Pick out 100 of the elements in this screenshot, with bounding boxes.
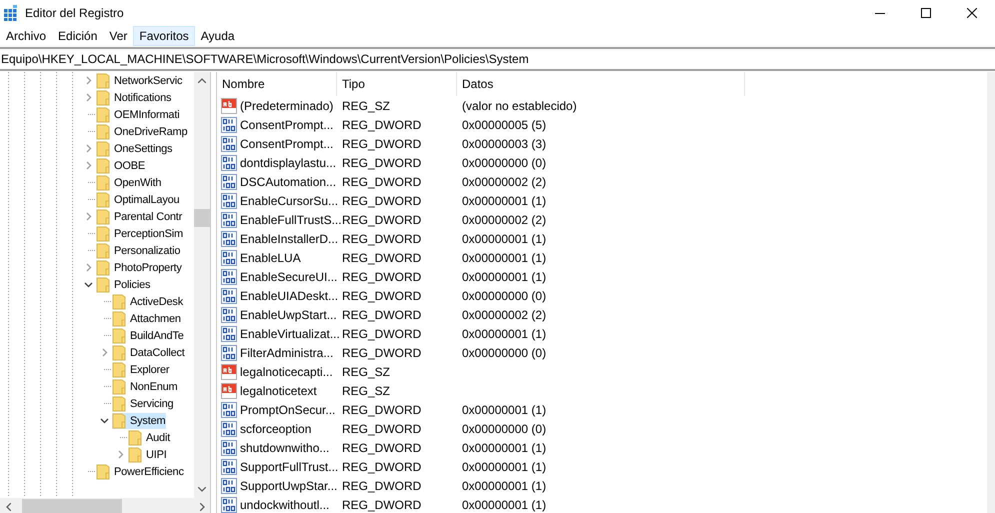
folder-icon [128,446,142,462]
tree-item[interactable]: PowerEfficienc [113,464,185,478]
tree-item[interactable]: UIPI [145,448,168,462]
string-value-icon [221,364,237,380]
folder-icon [112,396,126,412]
folder-icon [96,124,110,140]
tree-item[interactable]: ActiveDesk [129,294,184,308]
value-type: REG_DWORD [342,422,422,436]
tree-item[interactable]: OEMInformati [113,108,180,122]
value-name: DSCAutomation... [240,174,336,188]
chevron-down-icon[interactable] [100,416,108,425]
value-data: 0x00000001 (1) [462,232,546,246]
tree-item[interactable]: Explorer [129,362,170,376]
string-value-icon [221,382,237,398]
menu-item[interactable]: Archivo [0,26,52,46]
menu-item[interactable]: Ver [103,26,134,46]
value-data: 0x00000003 (3) [462,136,546,150]
binary-value-icon [221,306,237,322]
folder-icon [112,294,126,310]
folder-icon [96,106,110,122]
value-type: REG_DWORD [342,212,422,226]
value-name: SupportFullTrust... [240,460,338,474]
value-data: 0x00000005 (5) [462,118,546,132]
tree-item[interactable]: OneSettings [113,142,174,156]
value-type: REG_DWORD [342,136,422,150]
chevron-right-icon[interactable] [116,450,124,459]
chevron-right-icon[interactable] [84,93,92,102]
folder-icon [112,344,126,360]
tree-item[interactable]: Policies [113,278,152,292]
value-name: ConsentPrompt... [240,118,334,132]
chevron-down-icon[interactable] [84,280,92,289]
tree-item[interactable]: Attachmen [129,312,182,326]
window-title: Editor del Registro [25,6,124,20]
scroll-up-icon[interactable] [198,78,206,83]
scroll-left-icon[interactable] [6,502,10,510]
chevron-right-icon[interactable] [100,348,108,357]
value-data: 0x00000001 (1) [462,250,546,264]
chevron-right-icon[interactable] [84,263,92,272]
scroll-right-icon[interactable] [200,502,204,510]
chevron-right-icon[interactable] [84,144,92,153]
folder-icon [96,158,110,174]
scroll-down-icon[interactable] [198,487,206,492]
chevron-right-icon[interactable] [84,212,92,221]
folder-icon [96,276,110,292]
binary-value-icon [221,458,237,474]
value-name: SupportUwpStar... [240,478,338,492]
value-name: shutdownwitho... [240,440,330,454]
value-data: 0x00000001 (1) [462,478,546,492]
folder-icon [96,242,110,258]
value-type: REG_DWORD [342,498,422,512]
tree-item[interactable]: DataCollect [129,346,186,360]
tree-item[interactable]: PerceptionSim [113,226,184,240]
value-name: PromptOnSecur... [240,402,336,416]
binary-value-icon [221,268,237,284]
value-type: REG_DWORD [342,346,422,360]
tree-item[interactable]: NonEnum [129,380,179,394]
chevron-right-icon[interactable] [84,76,92,85]
horizontal-scrollbar[interactable] [0,498,210,513]
menu-item[interactable]: Favoritos [133,26,195,46]
maximize-icon [921,8,931,18]
vertical-scrollbar[interactable] [194,72,210,498]
tree-item[interactable]: Notifications [113,90,172,104]
menu-item[interactable]: Ayuda [194,26,241,46]
value-data: 0x00000000 (0) [462,346,546,360]
value-type: REG_DWORD [342,288,422,302]
value-name: EnableUIADeskt... [240,288,338,302]
column-header[interactable]: Datos [457,72,745,96]
value-data: (valor no establecido) [462,98,577,112]
value-name: (Predeterminado) [240,98,334,112]
menu-item[interactable]: Edición [52,26,104,46]
tree-item[interactable]: PhotoProperty [113,260,183,274]
tree-item[interactable]: OOBE [113,158,146,172]
vertical-scrollbar[interactable] [987,72,995,513]
address-field[interactable]: Equipo\HKEY_LOCAL_MACHINE\SOFTWARE\Microsoft\Windows\CurrentVersion\Policies\System [0,52,995,66]
binary-value-icon [221,478,237,494]
tree-item[interactable]: BuildAndTe [129,328,185,342]
tree-item[interactable]: Personalizatio [113,244,182,258]
value-data: 0x00000000 (0) [462,422,546,436]
value-name: EnableSecureUI... [240,270,338,284]
tree-item[interactable]: Servicing [129,396,174,410]
tree-item[interactable]: OpenWith [113,176,162,190]
chevron-right-icon[interactable] [84,161,92,170]
value-type: REG_DWORD [342,402,422,416]
column-header[interactable]: Tipo [337,72,457,96]
value-data: 0x00000001 (1) [462,460,546,474]
tree-item[interactable]: OptimalLayou [113,192,180,206]
scrollbar-thumb[interactable] [194,209,210,227]
value-type: REG_DWORD [342,308,422,322]
scrollbar-thumb[interactable] [22,499,122,513]
tree-item[interactable]: OneDriveRamp [113,124,188,138]
binary-value-icon [221,344,237,360]
binary-value-icon [221,154,237,170]
tree-item[interactable]: NetworkServic [113,74,184,88]
tree-item[interactable]: Parental Contr [113,210,184,224]
value-type: REG_DWORD [342,478,422,492]
value-type: REG_SZ [342,364,390,378]
column-header[interactable]: Nombre [217,72,337,96]
tree-item[interactable]: Audit [145,430,172,444]
binary-value-icon [221,440,237,456]
value-type: REG_DWORD [342,270,422,284]
